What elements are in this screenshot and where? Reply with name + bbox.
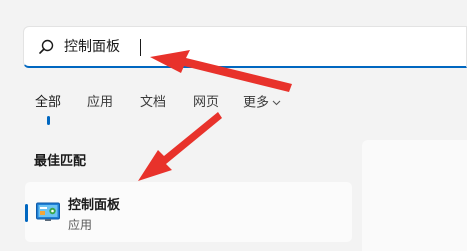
tab-more-label: 更多 xyxy=(243,95,270,111)
tab-documents[interactable]: 文档 xyxy=(140,94,166,112)
active-tab-indicator xyxy=(47,116,50,125)
tab-web[interactable]: 网页 xyxy=(193,94,219,112)
tab-more[interactable]: 更多 xyxy=(243,94,281,113)
result-type: 应用 xyxy=(68,218,93,232)
text-cursor xyxy=(140,39,141,56)
arrow-to-result-icon xyxy=(138,112,222,181)
search-box[interactable]: 控制面板 xyxy=(23,26,467,68)
search-input[interactable]: 控制面板 xyxy=(64,37,120,57)
search-icon xyxy=(37,38,55,56)
result-name: 控制面板 xyxy=(68,198,121,213)
details-panel xyxy=(362,140,467,251)
best-match-result[interactable]: 控制面板 应用 xyxy=(25,182,352,242)
best-match-heading: 最佳匹配 xyxy=(34,154,87,169)
control-panel-icon xyxy=(36,202,60,222)
tab-apps[interactable]: 应用 xyxy=(87,94,113,112)
chevron-down-icon xyxy=(272,94,281,112)
tab-all[interactable]: 全部 xyxy=(35,94,61,112)
selection-indicator xyxy=(25,204,28,222)
